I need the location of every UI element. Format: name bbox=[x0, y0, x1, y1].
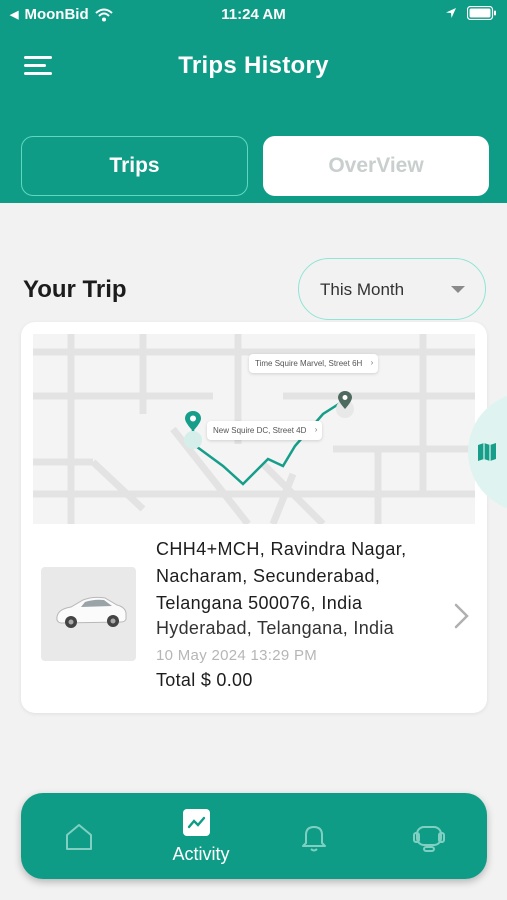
activity-badge bbox=[183, 809, 210, 836]
nav-home[interactable] bbox=[41, 793, 121, 879]
nav-support[interactable] bbox=[388, 793, 468, 879]
bell-icon bbox=[302, 826, 326, 852]
support-icon bbox=[413, 826, 445, 852]
origin-pin-icon bbox=[185, 411, 201, 431]
nav-activity[interactable]: Activity bbox=[156, 793, 246, 879]
destination-label-text: Time Squire Marvel, Street 6H bbox=[255, 359, 363, 368]
chevron-right-icon: › bbox=[370, 358, 374, 367]
map-icon bbox=[478, 443, 496, 461]
period-dropdown[interactable]: This Month bbox=[298, 258, 486, 320]
car-thumbnail bbox=[41, 567, 136, 661]
destination-label: Time Squire Marvel, Street 6H › bbox=[249, 354, 379, 373]
tab-trips[interactable]: Trips bbox=[21, 136, 248, 196]
origin-label: New Squire DC, Street 4D › bbox=[207, 421, 323, 440]
address-line-2: Nacharam, Secunderabad, bbox=[156, 566, 381, 586]
address-line-3: Telangana 500076, India bbox=[156, 593, 363, 613]
chevron-right-icon[interactable] bbox=[452, 601, 472, 631]
activity-icon bbox=[187, 816, 206, 829]
chevron-right-icon: › bbox=[314, 425, 318, 434]
caret-down-icon bbox=[451, 286, 465, 293]
trip-address: CHH4+MCH, Ravindra Nagar, Nacharam, Secu… bbox=[156, 536, 456, 617]
destination-pin-icon bbox=[338, 391, 352, 409]
period-dropdown-value: This Month bbox=[320, 280, 405, 299]
section-title: Your Trip bbox=[23, 276, 127, 303]
status-bar: ◀ MoonBid 11:24 AM bbox=[10, 6, 497, 26]
origin-label-text: New Squire DC, Street 4D bbox=[213, 426, 307, 435]
trip-total: Total $ 0.00 bbox=[156, 670, 253, 690]
nav-notifications[interactable] bbox=[271, 793, 351, 879]
status-icons bbox=[445, 6, 497, 20]
tab-overview[interactable]: OverView bbox=[263, 136, 489, 196]
car-icon bbox=[56, 596, 127, 628]
bottom-nav: Activity bbox=[21, 793, 487, 879]
trip-date: 10 May 2024 13:29 PM bbox=[156, 647, 318, 664]
home-icon bbox=[66, 824, 92, 850]
location-arrow-icon bbox=[446, 8, 456, 18]
status-time: 11:24 AM bbox=[221, 6, 286, 23]
page-title: Trips History bbox=[178, 52, 329, 79]
route-map: Time Squire Marvel, Street 6H › New Squi… bbox=[33, 334, 475, 524]
address-line-1: CHH4+MCH, Ravindra Nagar, bbox=[156, 539, 407, 559]
trip-city: Hyderabad, Telangana, India bbox=[156, 618, 394, 638]
trip-card[interactable]: Time Squire Marvel, Street 6H › New Squi… bbox=[21, 322, 487, 713]
app-header: ◀ MoonBid 11:24 AM Trips History Trips O… bbox=[0, 0, 507, 203]
nav-activity-label: Activity bbox=[172, 844, 230, 864]
battery-icon bbox=[467, 6, 496, 20]
